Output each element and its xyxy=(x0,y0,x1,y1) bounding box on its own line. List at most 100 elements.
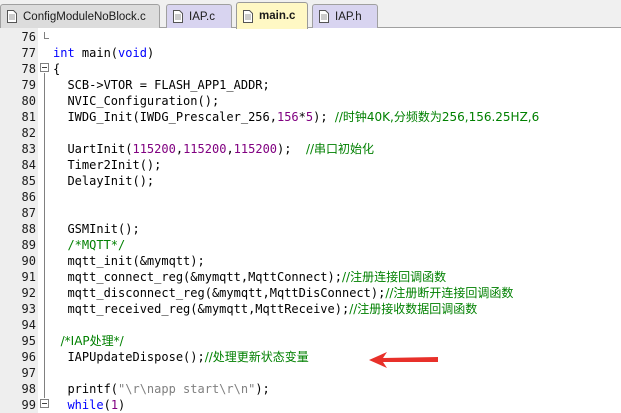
code-text: /*MQTT*/ xyxy=(53,237,125,253)
code-text: UartInit(115200,115200,115200); //串口初始化 xyxy=(53,141,374,157)
token: , xyxy=(175,142,184,156)
line-number: 77 xyxy=(21,46,36,60)
token: ); xyxy=(255,382,270,396)
code-text: SCB->VTOR = FLASH_APP1_ADDR; xyxy=(53,77,270,93)
token: GSMInit(); xyxy=(53,222,140,236)
line-number: 81 xyxy=(21,110,36,124)
code-line[interactable]: 80 NVIC_Configuration(); xyxy=(0,93,621,109)
token: mqtt_init(&mymqtt); xyxy=(53,254,205,268)
code-line[interactable]: 78 { xyxy=(0,61,621,77)
line-number: 88 xyxy=(21,222,36,236)
token-cmt: //注册断开连接回调函数 xyxy=(385,286,514,300)
token-num: 115200 xyxy=(233,142,278,156)
token-num: 156 xyxy=(276,110,299,124)
code-text: mqtt_disconnect_reg(&mymqtt,MqttDisConne… xyxy=(53,285,513,301)
c-file-icon xyxy=(7,10,17,23)
code-line[interactable]: 82 xyxy=(0,125,621,141)
token: SCB->VTOR = FLASH_APP1_ADDR; xyxy=(53,78,270,92)
code-text: mqtt_init(&mymqtt); xyxy=(53,253,205,269)
code-line[interactable]: 85 DelayInit(); xyxy=(0,173,621,189)
token: ); xyxy=(277,142,306,156)
code-text: while(1) xyxy=(53,397,125,413)
line-number: 87 xyxy=(21,206,36,220)
line-number: 80 xyxy=(21,94,36,108)
token: ); xyxy=(313,110,335,124)
tab-label: IAP.h xyxy=(335,10,362,23)
token-cmt: //注册接收数据回调函数 xyxy=(349,302,478,316)
token: ) xyxy=(146,46,155,60)
code-line[interactable]: 84 Timer2Init(); xyxy=(0,157,621,173)
code-editor[interactable]: 76 77 int main(void) 78 {79 SCB->VTOR = FLAS… xyxy=(0,28,621,413)
line-number: 99 xyxy=(21,398,36,412)
code-line[interactable]: 83 UartInit(115200,115200,115200); //串口初… xyxy=(0,141,621,157)
token: * xyxy=(298,110,306,124)
code-line[interactable]: 94 xyxy=(0,317,621,333)
token: { xyxy=(53,62,61,76)
token-num: 115200 xyxy=(132,142,176,156)
line-number: 85 xyxy=(21,174,36,188)
token: mqtt_received_reg(&mymqtt,MqttReceive); xyxy=(53,302,350,316)
token-cmt: //时钟40K,分频数为256,156.25HZ,6 xyxy=(334,110,540,124)
code-line[interactable]: 81 IWDG_Init(IWDG_Prescaler_256,156*5); … xyxy=(0,109,621,125)
line-number: 89 xyxy=(21,238,36,252)
token: , xyxy=(226,142,234,156)
code-text: /*IAP处理*/ xyxy=(53,333,124,349)
line-number: 92 xyxy=(21,286,36,300)
code-line[interactable]: 91 mqtt_connect_reg(&mymqtt,MqttConnect)… xyxy=(0,269,621,285)
editor-tab-bar: ConfigModuleNoBlock.c IAP.c main.c IAP.h xyxy=(0,0,621,29)
code-line[interactable]: 92 mqtt_disconnect_reg(&mymqtt,MqttDisCo… xyxy=(0,285,621,301)
code-line[interactable]: 90 mqtt_init(&mymqtt); xyxy=(0,253,621,269)
code-line[interactable]: 88 GSMInit(); xyxy=(0,221,621,237)
line-number: 78 xyxy=(21,62,36,76)
token-num: 1 xyxy=(110,398,119,412)
token-str: "\r\napp start\r\n" xyxy=(118,382,256,396)
token: ( xyxy=(103,398,111,412)
code-line[interactable]: 98 printf("\r\napp start\r\n"); xyxy=(0,381,621,397)
code-line[interactable]: 86 xyxy=(0,189,621,205)
line-number: 94 xyxy=(21,318,36,332)
token-cmt: //串口初始化 xyxy=(305,142,375,156)
code-text: IWDG_Init(IWDG_Prescaler_256,156*5); //时… xyxy=(53,109,539,125)
h-file-icon xyxy=(319,10,329,23)
code-text: int main(void) xyxy=(53,45,154,61)
code-line[interactable]: 97 xyxy=(0,365,621,381)
line-number: 93 xyxy=(21,302,36,316)
code-line[interactable]: 95 /*IAP处理*/ xyxy=(0,333,621,349)
token-kw: while xyxy=(67,398,104,412)
tab-iap-c[interactable]: IAP.c xyxy=(166,4,232,28)
code-line[interactable]: 77 int main(void) xyxy=(0,45,621,61)
tab-main-c[interactable]: main.c xyxy=(236,2,308,29)
tab-label: main.c xyxy=(259,10,296,22)
token: UartInit( xyxy=(53,142,133,156)
token-kw: void xyxy=(118,46,147,60)
code-text: printf("\r\napp start\r\n"); xyxy=(53,381,270,397)
token: IWDG_Init(IWDG_Prescaler_256, xyxy=(53,110,277,124)
line-number: 79 xyxy=(21,78,36,92)
line-number: 86 xyxy=(21,190,36,204)
line-number: 83 xyxy=(21,142,36,156)
code-line[interactable]: 99 while(1) xyxy=(0,397,621,413)
code-line[interactable]: 93 mqtt_received_reg(&mymqtt,MqttReceive… xyxy=(0,301,621,317)
c-file-icon xyxy=(243,9,253,23)
code-text: { xyxy=(53,61,60,77)
token-cmt: //处理更新状态变量 xyxy=(204,350,309,364)
line-number: 96 xyxy=(21,350,36,364)
line-number: 98 xyxy=(21,382,36,396)
tab-iap-h[interactable]: IAP.h xyxy=(312,4,378,28)
code-line[interactable]: 76 xyxy=(0,29,621,45)
code-line[interactable]: 96 IAPUpdateDispose();//处理更新状态变量 xyxy=(0,349,621,365)
token: IAPUpdateDispose(); xyxy=(53,350,205,364)
code-text: DelayInit(); xyxy=(53,173,154,189)
code-text: mqtt_received_reg(&mymqtt,MqttReceive);/… xyxy=(53,301,477,317)
line-number: 97 xyxy=(21,366,36,380)
line-number: 82 xyxy=(21,126,36,140)
c-file-icon xyxy=(173,10,183,23)
code-line[interactable]: 79 SCB->VTOR = FLASH_APP1_ADDR; xyxy=(0,77,621,93)
code-line[interactable]: 87 xyxy=(0,205,621,221)
code-line[interactable]: 89 /*MQTT*/ xyxy=(0,237,621,253)
token: printf( xyxy=(53,382,119,396)
code-text: GSMInit(); xyxy=(53,221,140,237)
token: Timer2Init(); xyxy=(53,158,162,172)
tab-configmodulenoblock-c[interactable]: ConfigModuleNoBlock.c xyxy=(0,4,160,28)
